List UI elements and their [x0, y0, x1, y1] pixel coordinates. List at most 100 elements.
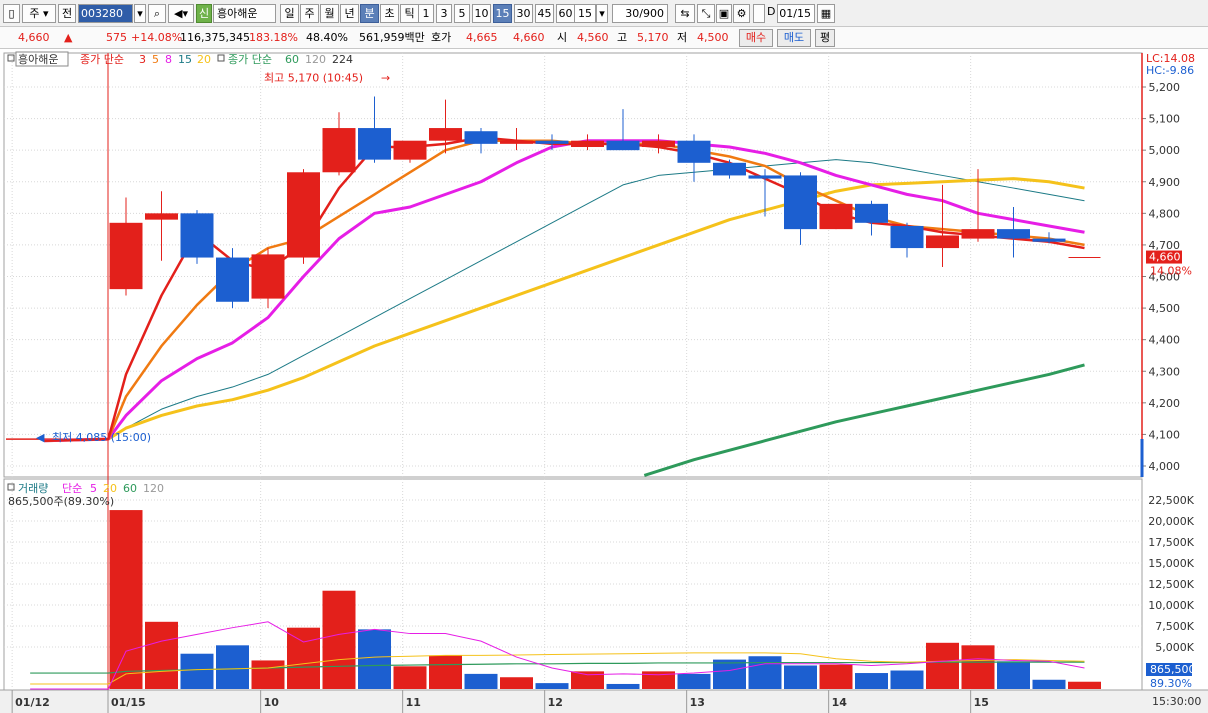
candle-body — [287, 172, 320, 258]
volume-bar — [109, 510, 143, 689]
price-tick-label: 4,200 — [1149, 397, 1181, 410]
volume-ratio: 183.18% — [249, 31, 298, 44]
stock-chart[interactable]: 4,0004,1004,2004,3004,4004,5004,6004,700… — [0, 49, 1208, 713]
time-label: 10 — [264, 696, 280, 709]
high-arrow-icon: → — [381, 71, 390, 84]
current-price: 4,660 — [18, 31, 50, 44]
period-tab-2[interactable]: 월 — [320, 4, 339, 23]
buy-button[interactable]: 매수 — [739, 29, 773, 47]
period-tab-0[interactable]: 일 — [280, 4, 299, 23]
speaker-icon[interactable]: ◀▾ — [168, 4, 194, 23]
date-check-label: D — [767, 5, 776, 18]
candle-body — [642, 140, 675, 148]
time-tag-text: 15:30:00 — [1152, 695, 1201, 708]
volume-bar — [819, 664, 853, 689]
price-tick-label: 4,500 — [1149, 302, 1181, 315]
vol-legend-period: 5 — [90, 482, 97, 495]
tools-icon[interactable]: ⇆ — [675, 4, 695, 23]
time-label: 14 — [832, 696, 848, 709]
vol-current-value: 865,500주(89.30%) — [8, 495, 114, 508]
avg-button[interactable]: 평 — [815, 29, 835, 47]
interval-tab-5[interactable]: 5 — [454, 4, 470, 23]
legend-ma-period: 5 — [152, 53, 159, 66]
interval-dropdown-icon[interactable]: ▾ — [596, 4, 608, 23]
time-label: 15 — [974, 696, 989, 709]
vol-legend-period: 120 — [143, 482, 164, 495]
candle-body — [216, 257, 249, 302]
candle-body — [429, 128, 462, 141]
bid-price: 4,660 — [513, 31, 545, 44]
date-input[interactable]: 01/15 — [777, 4, 815, 23]
candle-body — [109, 222, 143, 290]
low-label: 저 — [677, 31, 688, 44]
volume-tick-label: 17,500K — [1148, 536, 1194, 549]
volume-tick-label: 7,500K — [1155, 620, 1194, 633]
candle-body — [926, 235, 959, 249]
interval-tab-60[interactable]: 60 — [556, 4, 575, 23]
quote-bar: 4,660 ▲ 575 +14.08% 116,375,345 183.18% … — [0, 27, 1208, 49]
low-arrow-icon: ◀ — [36, 431, 45, 444]
low-annotation: 최저 4,085 (15:00) — [52, 431, 151, 444]
interval-tab-30[interactable]: 30 — [514, 4, 533, 23]
code-dropdown-icon[interactable]: ▾ — [134, 4, 146, 23]
interval-tab-3[interactable]: 3 — [436, 4, 452, 23]
candle-body — [606, 140, 640, 151]
search-icon[interactable]: ⌕ — [148, 4, 166, 23]
vol-legend-period: 20 — [103, 482, 117, 495]
trade-amount: 561,959백만 — [359, 31, 425, 44]
current-price-tag-text: 4,660 — [1149, 251, 1181, 264]
stock-code-input[interactable]: 003280 — [78, 4, 133, 23]
volume-bar — [748, 656, 782, 689]
volume-bar — [1032, 679, 1066, 689]
window-menu-icon[interactable]: ▯ — [3, 4, 20, 23]
interval-input[interactable]: 15 — [572, 4, 596, 23]
count-input[interactable]: 30/900 — [612, 4, 668, 23]
calendar-icon[interactable]: ▦ — [817, 4, 835, 23]
high-annotation: 최고 5,170 (10:45) — [264, 71, 363, 84]
volume-bar — [216, 645, 249, 689]
prev-stock-button[interactable]: 전 — [58, 4, 76, 23]
period-tab-3[interactable]: 년 — [340, 4, 359, 23]
time-label: 13 — [690, 696, 705, 709]
interval-tab-10[interactable]: 10 — [472, 4, 491, 23]
change-rate: +14.08% — [131, 31, 183, 44]
volume-bar — [997, 661, 1030, 689]
volume-bar — [855, 673, 888, 689]
high-price: 5,170 — [637, 31, 669, 44]
credit-badge: 신 — [196, 4, 212, 23]
market-select[interactable]: 주 ▾ — [22, 4, 56, 23]
price-tick-label: 4,800 — [1149, 207, 1181, 220]
period-tab-1[interactable]: 주 — [300, 4, 319, 23]
time-label: 01/12 — [15, 696, 50, 709]
legend-ma-period: 8 — [165, 53, 172, 66]
price-tick-label: 4,100 — [1149, 428, 1181, 441]
price-tick-label: 4,400 — [1149, 334, 1181, 347]
volume-bar — [358, 629, 391, 689]
period-tab-6[interactable]: 틱 — [400, 4, 419, 23]
period-tab-4[interactable]: 분 — [360, 4, 379, 23]
price-tick-label: 5,100 — [1149, 113, 1181, 126]
sell-button[interactable]: 매도 — [777, 29, 811, 47]
interval-tab-15[interactable]: 15 — [493, 4, 512, 23]
candle-body — [251, 254, 285, 299]
market-label: 주 — [29, 7, 40, 20]
interval-tab-1[interactable]: 1 — [418, 4, 434, 23]
time-label: 11 — [406, 696, 421, 709]
date-checkbox[interactable] — [753, 4, 765, 23]
legend-ma-period: 3 — [139, 53, 146, 66]
high-label: 고 — [617, 31, 628, 44]
rate-tag-text: 14.08% — [1150, 265, 1192, 278]
vol-legend-title: 거래량 — [18, 482, 48, 495]
candle-body — [535, 140, 569, 144]
draw-icon[interactable]: ⤡ — [697, 4, 715, 23]
volume-bar — [890, 670, 924, 689]
save-icon[interactable]: ▣ — [716, 4, 732, 23]
gear-icon[interactable]: ⚙ — [733, 4, 750, 23]
interval-tab-45[interactable]: 45 — [535, 4, 554, 23]
stock-name-label: 흥아해운 — [213, 4, 276, 23]
bid-label: 호가 — [431, 31, 452, 44]
period-tab-5[interactable]: 초 — [380, 4, 399, 23]
price-tick-label: 5,200 — [1149, 81, 1181, 94]
price-tick-label: 4,900 — [1149, 176, 1181, 189]
volume-tick-label: 12,500K — [1148, 578, 1194, 591]
